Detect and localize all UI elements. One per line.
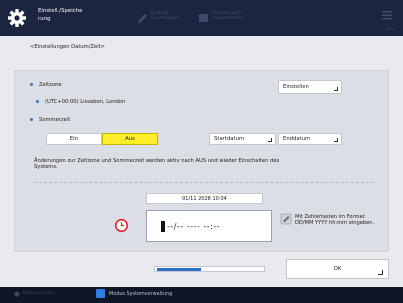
gear-icon[interactable] [7, 8, 27, 28]
app-title: Einstell./Speiche rung [38, 8, 83, 22]
system-mode-label: Modus Systemverwaltung [109, 291, 173, 297]
restart-note: Änderungen zur Zeitzone und Sommerzeit w… [34, 158, 280, 171]
dst-start-label: Startdatum [214, 136, 245, 142]
system-mode-icon [96, 289, 105, 298]
divider [34, 182, 374, 183]
input-hint: Mit Zehlertasten im Format DD/MM YYYY hh… [295, 214, 375, 226]
menu-icon[interactable] [381, 9, 393, 21]
timezone-value-row: (UTC+00:00) Lissabon, London [36, 99, 125, 105]
current-datetime: 01/11 2028 10:04 [146, 193, 263, 204]
pen-shortcut-icon[interactable] [136, 11, 149, 24]
text-cursor [161, 221, 165, 232]
footer-bar [0, 287, 403, 303]
dst-label: Sommerzeit [39, 117, 71, 123]
ok-button[interactable]: OK [286, 259, 389, 279]
corner-icon [378, 270, 383, 275]
timezone-label: Zeitzone [39, 82, 62, 88]
dst-start-date-button[interactable]: Startdatum [209, 133, 276, 145]
timezone-set-label: Einstellen [283, 84, 309, 90]
bullet-icon [36, 100, 39, 103]
progress-fill [157, 268, 201, 271]
dst-label-row: Sommerzeit [30, 117, 70, 123]
menu-label: Menü [385, 27, 395, 31]
status-monitor-icon[interactable] [13, 290, 21, 298]
shortcut-1-label: Eingabe Einstellungen [151, 11, 181, 22]
corner-icon [334, 138, 338, 142]
corner-icon [268, 138, 272, 142]
clock-icon [114, 218, 129, 233]
dst-end-date-button[interactable]: Enddatum [278, 133, 342, 145]
dst-off-button[interactable]: Aus [102, 133, 158, 145]
bullet-icon [30, 118, 33, 121]
ok-label: OK [333, 266, 342, 272]
hint-icon [280, 213, 292, 225]
timezone-label-row: Zeitzone [30, 82, 62, 88]
breadcrumb: <Einstellungen Datum/Zeit> [30, 44, 106, 50]
datetime-entry-value: --/-- ---- --:-- [167, 222, 221, 231]
shortcut-2-label: Einstellungen Kassenbereich [212, 11, 244, 22]
timezone-set-button[interactable]: Einstellen [278, 80, 342, 94]
dst-end-label: Enddatum [283, 136, 311, 142]
timezone-value: (UTC+00:00) Lissabon, London [45, 99, 126, 105]
dst-on-button[interactable]: Ein [46, 133, 102, 145]
corner-icon [334, 87, 338, 91]
bullet-icon [30, 83, 33, 86]
datetime-entry-field[interactable]: --/-- ---- --:-- [146, 210, 272, 242]
cash-shortcut-icon[interactable] [197, 11, 210, 24]
progress-bar [154, 266, 265, 272]
status-monitor-label[interactable]: Statusmonitor [22, 291, 55, 296]
